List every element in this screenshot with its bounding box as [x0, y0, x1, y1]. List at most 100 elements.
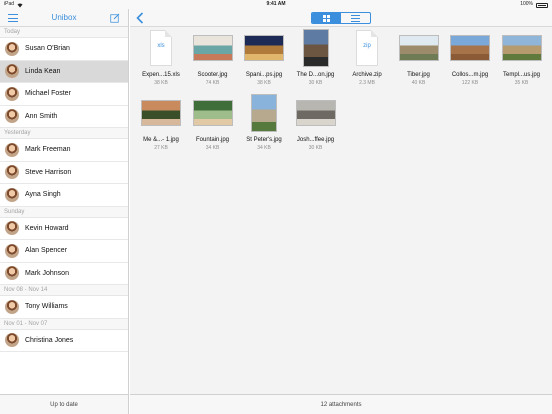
contact-item[interactable]: Mark Freeman [0, 139, 128, 162]
contact-item[interactable]: Ann Smith [0, 106, 128, 128]
status-time: 9:41 AM [266, 1, 286, 7]
avatar [5, 86, 19, 101]
avatar [5, 266, 19, 281]
attachment-size: 30 KB [308, 80, 323, 86]
contact-item[interactable]: Susan O'Brian [0, 38, 128, 61]
photo-thumbnail [501, 29, 542, 67]
contact-name: Linda Kean [25, 67, 61, 75]
image-icon [192, 100, 233, 126]
section-header: Yesterday [0, 128, 128, 139]
contact-name: Michael Foster [25, 90, 71, 98]
image-icon [244, 35, 284, 61]
image-icon [450, 35, 490, 61]
image-icon [295, 100, 336, 126]
contact-item[interactable]: Steve Harrison [0, 162, 128, 184]
contact-name: Kevin Howard [25, 224, 69, 232]
avatar [5, 299, 19, 314]
grid-icon [323, 14, 330, 22]
attachment-name: Templ...us.jpg [502, 72, 541, 78]
attachment-name: Spani...ps.jpg [245, 72, 283, 78]
image-icon [302, 29, 329, 67]
avatar [5, 41, 19, 56]
attachment-name: Josh...ffee.jpg [296, 137, 335, 143]
contact-item[interactable]: Linda Kean [0, 60, 128, 83]
attachment-size: 74 KB [205, 80, 220, 86]
file-icon: xls [150, 30, 172, 66]
contact-item[interactable]: Mark Johnson [0, 263, 128, 285]
section-header: Nov 08 - Nov 14 [0, 285, 128, 296]
battery-icon [536, 3, 548, 8]
image-icon [251, 94, 277, 132]
attachment-item[interactable]: Collos...m.jpg 122 KB [447, 29, 493, 89]
contact-item[interactable]: Tony Williams [0, 296, 128, 319]
sidebar-navbar: Unibox [0, 9, 128, 27]
view-mode-toggle [311, 12, 371, 24]
attachment-name: Expen...15.xls [142, 72, 180, 78]
photo-thumbnail [141, 94, 181, 132]
contact-name: Mark Freeman [25, 146, 71, 154]
contact-item[interactable]: Kevin Howard [0, 218, 128, 240]
avatar [5, 221, 19, 236]
main-navbar [130, 9, 552, 27]
contact-item[interactable]: Ayna Singh [0, 184, 128, 207]
attachment-item[interactable]: Tiber.jpg 40 KB [396, 29, 442, 89]
photo-thumbnail [244, 94, 284, 132]
attachment-item[interactable]: zip Archive.zip 2.3 MB [344, 29, 390, 89]
contact-name: Tony Williams [25, 303, 68, 311]
attachments-panel: xls Expen...15.xls 38 KB Scooter.jpg 74 KB Sp… [130, 9, 552, 414]
avatar [5, 64, 19, 79]
attachment-size: 38 KB [257, 80, 271, 86]
grid-view-button[interactable] [312, 13, 341, 23]
attachment-item[interactable]: The D...on.jpg 30 KB [293, 29, 339, 89]
list-icon [351, 14, 360, 22]
attachment-item[interactable]: xls Expen...15.xls 38 KB [138, 29, 184, 89]
attachment-size: 34 KB [257, 145, 271, 151]
attachment-size: 40 KB [411, 80, 426, 86]
attachment-count: 12 attachments [130, 394, 552, 414]
contact-item[interactable]: Alan Spencer [0, 240, 128, 263]
back-chevron-icon[interactable] [136, 12, 144, 24]
contact-item[interactable]: Christina Jones [0, 330, 128, 352]
attachment-item[interactable]: Scooter.jpg 74 KB [190, 29, 236, 89]
document-icon: zip [347, 29, 387, 67]
attachment-item[interactable]: St Peter's.jpg 34 KB [241, 94, 287, 154]
attachment-name: St Peter's.jpg [246, 137, 282, 143]
contact-name: Steve Harrison [25, 168, 72, 176]
photo-thumbnail [192, 29, 233, 67]
attachment-size: 27 KB [154, 145, 168, 151]
contact-name: Mark Johnson [25, 269, 69, 277]
image-icon [398, 35, 439, 61]
attachment-name: Me &...- 1.jpg [143, 137, 179, 143]
section-header: Today [0, 27, 128, 38]
compose-icon[interactable] [110, 13, 120, 23]
attachment-name: The D...on.jpg [296, 72, 335, 78]
image-icon [501, 35, 542, 61]
attachment-item[interactable]: Josh...ffee.jpg 30 KB [293, 94, 339, 154]
contact-name: Susan O'Brian [25, 45, 70, 53]
attachment-size: 38 KB [154, 80, 168, 86]
list-view-button[interactable] [341, 13, 370, 23]
image-icon [192, 35, 233, 61]
attachment-size: 122 KB [461, 80, 479, 86]
attachment-item[interactable]: Spani...ps.jpg 38 KB [241, 29, 287, 89]
photo-thumbnail [295, 94, 336, 132]
attachment-item[interactable]: Me &...- 1.jpg 27 KB [138, 94, 184, 154]
attachment-name: Collos...m.jpg [451, 72, 489, 78]
photo-thumbnail [398, 29, 439, 67]
status-bar: iPad 9:41 AM 100% [0, 0, 552, 9]
contact-name: Christina Jones [25, 336, 74, 344]
sync-status: Up to date [0, 394, 128, 414]
attachment-size: 30 KB [308, 145, 323, 151]
contact-list: Today Susan O'Brian Linda Kean Michael Fost… [0, 27, 128, 352]
photo-thumbnail [450, 29, 490, 67]
avatar [5, 243, 19, 258]
file-extension: zip [363, 43, 371, 49]
image-icon [141, 100, 181, 126]
app-title: Unibox [51, 13, 77, 22]
attachment-item[interactable]: Templ...us.jpg 35 KB [499, 29, 545, 89]
attachment-size: 2.3 MB [359, 80, 375, 86]
contact-name: Ayna Singh [25, 191, 61, 199]
attachment-item[interactable]: Fountain.jpg 34 KB [190, 94, 236, 154]
contact-item[interactable]: Michael Foster [0, 83, 128, 106]
photo-thumbnail [192, 94, 233, 132]
